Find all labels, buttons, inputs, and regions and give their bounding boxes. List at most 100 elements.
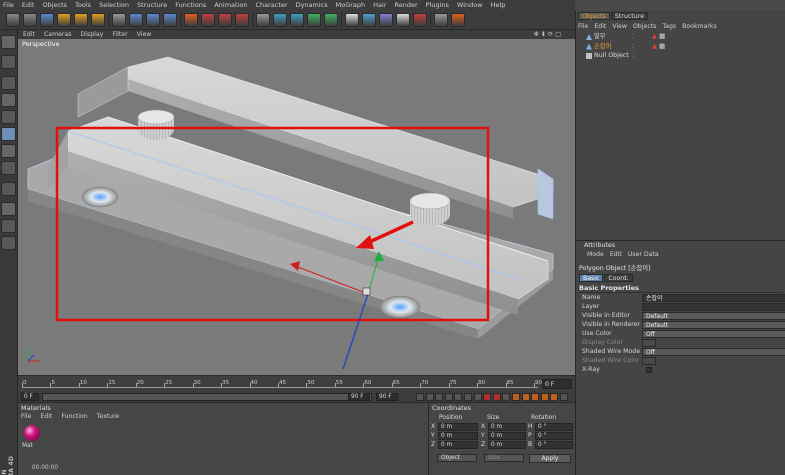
points-mode-icon[interactable]: [1, 93, 16, 107]
material-swatch[interactable]: [24, 425, 40, 441]
end-frame-field[interactable]: 90 F: [376, 393, 398, 401]
size-field[interactable]: 0 m: [488, 423, 526, 431]
viewport-menu-display[interactable]: Display: [81, 31, 104, 38]
start-frame-field[interactable]: 0 F: [21, 393, 39, 401]
viewport-perspective[interactable]: Perspective: [18, 39, 575, 375]
render-picture-icon[interactable]: [218, 13, 232, 27]
menu-mograph[interactable]: MoGraph: [336, 0, 366, 10]
texture-mode-icon[interactable]: [1, 55, 16, 69]
param-key-icon[interactable]: [540, 393, 549, 401]
cube-icon[interactable]: [273, 13, 287, 27]
deformer-icon[interactable]: [362, 13, 376, 27]
frame-range-slider[interactable]: [42, 393, 372, 401]
property-select[interactable]: Off: [642, 330, 785, 338]
attributes-tab-basic[interactable]: Basic: [579, 274, 604, 282]
attributes-menu-edit[interactable]: Edit: [610, 251, 622, 258]
next-key-icon[interactable]: [464, 393, 472, 401]
redo-icon[interactable]: [23, 13, 37, 27]
visibility-dots-icon[interactable]: ⁚: [632, 52, 634, 61]
range-end-field[interactable]: 90 F: [348, 393, 370, 401]
object-row[interactable]: 손잡이 ⁚ ▲ ▦: [580, 42, 780, 51]
camera-icon[interactable]: [413, 13, 427, 27]
objects-menu-bookmarks[interactable]: Bookmarks: [682, 23, 717, 30]
layout-icon[interactable]: [1, 236, 16, 250]
objects-menu-file[interactable]: File: [578, 23, 588, 30]
snap-icon[interactable]: [1, 202, 16, 216]
autokey-icon[interactable]: [492, 393, 501, 401]
current-frame-field[interactable]: 0 F: [542, 379, 572, 389]
keyframe-select-icon[interactable]: [502, 393, 511, 401]
close-icon[interactable]: [112, 13, 126, 27]
scene-icon[interactable]: [396, 13, 410, 27]
object-tags-icon[interactable]: ▲ ▦: [652, 32, 665, 41]
viewport-nav-icons[interactable]: ✥⬇⟳▢: [534, 31, 563, 38]
make-editable-icon[interactable]: [1, 35, 16, 49]
array-icon[interactable]: [324, 13, 338, 27]
environment-icon[interactable]: [379, 13, 393, 27]
size-field[interactable]: 0 m: [488, 432, 526, 440]
polygons-mode-icon[interactable]: [1, 127, 16, 141]
prev-frame-icon[interactable]: [435, 393, 444, 401]
render-settings-icon[interactable]: [235, 13, 249, 27]
workplane-icon[interactable]: [1, 219, 16, 233]
material-icon[interactable]: [451, 13, 465, 27]
object-name[interactable]: 손잡이: [594, 42, 611, 51]
menu-help[interactable]: Help: [491, 0, 506, 10]
property-select[interactable]: Default: [642, 312, 785, 320]
objects-menu-objects[interactable]: Objects: [633, 23, 656, 30]
menu-dynamics[interactable]: Dynamics: [296, 0, 328, 10]
scheme-icon[interactable]: [560, 393, 568, 401]
move-icon[interactable]: [57, 13, 71, 27]
materials-menu-file[interactable]: File: [21, 413, 31, 420]
rot-key-icon[interactable]: [521, 393, 530, 401]
tab-objects[interactable]: Objects: [578, 12, 610, 20]
coord-size-mode-select[interactable]: Size: [484, 454, 524, 462]
size-field[interactable]: 0 m: [488, 441, 526, 449]
render-view-icon[interactable]: [201, 13, 215, 27]
scale-icon[interactable]: [74, 13, 88, 27]
menu-edit[interactable]: Edit: [22, 0, 35, 10]
pos-key-icon[interactable]: [512, 393, 520, 401]
play-icon[interactable]: [444, 393, 453, 401]
property-input[interactable]: 손잡이: [642, 294, 785, 302]
viewport-scene[interactable]: [18, 39, 575, 375]
menu-functions[interactable]: Functions: [175, 0, 206, 10]
materials-menu-edit[interactable]: Edit: [40, 413, 52, 420]
attributes-tab-coord[interactable]: Coord.: [604, 274, 633, 282]
attributes-menu-user-data[interactable]: User Data: [628, 251, 659, 258]
property-select[interactable]: Off: [642, 348, 785, 356]
position-field[interactable]: 0 m: [438, 423, 478, 431]
menu-tools[interactable]: Tools: [75, 0, 91, 10]
menu-window[interactable]: Window: [457, 0, 483, 10]
viewport-menu-view[interactable]: View: [137, 31, 152, 38]
last-frame-icon[interactable]: [473, 393, 482, 401]
undo-icon[interactable]: [6, 13, 20, 27]
apply-button[interactable]: Apply: [529, 454, 571, 463]
subdivision-icon[interactable]: [307, 13, 321, 27]
menu-render[interactable]: Render: [395, 0, 418, 10]
objects-menu-tags[interactable]: Tags: [662, 23, 676, 30]
objects-menu-edit[interactable]: Edit: [594, 23, 606, 30]
objects-menu-view[interactable]: View: [612, 23, 627, 30]
rotate-icon[interactable]: [91, 13, 105, 27]
materials-menu-texture[interactable]: Texture: [97, 413, 120, 420]
object-row[interactable]: Null Object ⁚: [580, 51, 780, 60]
materials-menu-function[interactable]: Function: [61, 413, 87, 420]
viewport-menu-edit[interactable]: Edit: [23, 31, 35, 38]
timeline[interactable]: 0 5 10 15 20 25 30 35 40 45 50 55 60 65 70 75 80 85 90 0 F: [18, 375, 575, 392]
model-mode-icon[interactable]: [1, 144, 16, 158]
position-field[interactable]: 0 m: [438, 441, 478, 449]
viewport-solo-icon[interactable]: [256, 13, 270, 27]
menu-file[interactable]: File: [3, 0, 14, 10]
menu-objects[interactable]: Objects: [42, 0, 67, 10]
timeline-ruler[interactable]: 0 5 10 15 20 25 30 35 40 45 50 55 60 65 70 75 80 85 90: [22, 380, 542, 388]
property-checkbox[interactable]: [646, 367, 652, 373]
live-select-icon[interactable]: [40, 13, 54, 27]
viewport-menu-filter[interactable]: Filter: [112, 31, 127, 38]
material-name[interactable]: Mat: [22, 443, 33, 449]
array-clone-icon[interactable]: [345, 13, 359, 27]
y-axis-icon[interactable]: [146, 13, 160, 27]
scale-key-icon[interactable]: [531, 393, 540, 401]
position-field[interactable]: 0 m: [438, 432, 478, 440]
menu-structure[interactable]: Structure: [137, 0, 167, 10]
